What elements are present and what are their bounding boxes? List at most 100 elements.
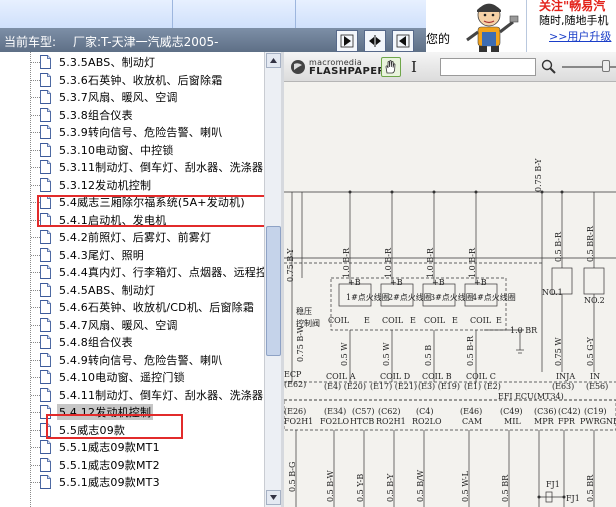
- tree-item[interactable]: 5.3.10电动窗、中控锁: [0, 141, 264, 159]
- tree-item[interactable]: 5.4.10电动窗、遥控门锁: [0, 368, 264, 386]
- ground-pin-label: E: [452, 316, 458, 325]
- tree-connector: [31, 289, 40, 291]
- tree-item[interactable]: 5.5.1威志09款MT1: [0, 438, 264, 456]
- tree-item[interactable]: 5.4.6石英钟、收放机/CD机、后窗除霜: [0, 298, 264, 316]
- tree-item-label: 5.3.5ABS、制动灯: [59, 56, 156, 69]
- ad-subline: 随时,随地手机: [539, 14, 609, 27]
- tree-item-label: 5.4.11制动灯、倒车灯、刮水器、洗涤器: [59, 388, 264, 402]
- e34-label: (E34): [324, 407, 347, 416]
- coil-pin-label: COIL: [382, 316, 404, 325]
- hand-icon: [385, 60, 396, 74]
- coil3-label: 3#点火线圈: [430, 293, 474, 302]
- tree-connector: [31, 359, 40, 361]
- wire-label: 0.5 B/W: [416, 469, 425, 502]
- tree-item[interactable]: 5.5.1威志09款MT2: [0, 456, 264, 474]
- mascot-icon: [466, 3, 519, 52]
- wire-label: 0.5 B-R: [466, 335, 475, 366]
- document-icon: [40, 300, 51, 314]
- text-select-tool[interactable]: I: [411, 58, 417, 76]
- mil-label: MIL: [504, 417, 521, 426]
- wire-label: 0.75 B-Y: [286, 248, 295, 283]
- tree-item[interactable]: 5.4.9转向信号、危险告警、喇叭: [0, 351, 264, 369]
- play-icon: [340, 34, 354, 48]
- tree-item[interactable]: 5.3.11制动灯、倒车灯、刮水器、洗涤器: [0, 158, 264, 176]
- ad-upgrade-link[interactable]: >>用户升级: [549, 28, 611, 44]
- document-icon: [40, 335, 51, 349]
- document-icon: [40, 125, 51, 139]
- e56-label: (E56): [586, 382, 609, 391]
- tree-connector: [31, 272, 40, 273]
- zoom-icon[interactable]: [541, 58, 557, 76]
- coil2-label: 2#点火线圈: [388, 293, 432, 302]
- tree-item-label: 5.3.6石英钟、收放机、后窗除霜: [59, 73, 223, 87]
- fj1-label: FJ1: [546, 480, 560, 489]
- tree-scrollbar[interactable]: [264, 52, 281, 507]
- tree-connector: [31, 377, 40, 378]
- wire-label: 1.0 BR: [510, 326, 538, 335]
- tree-item[interactable]: 5.3.8组合仪表: [0, 106, 264, 124]
- tree-item[interactable]: 5.3.12发动机控制: [0, 176, 264, 194]
- scroll-up-button[interactable]: [266, 53, 281, 68]
- plusb-label: +B: [432, 278, 445, 287]
- tree-item[interactable]: 5.4.7风扇、暖风、空调: [0, 316, 264, 334]
- e4-e20-label: (E4) (E20): [324, 382, 366, 391]
- c4-label: (C4): [416, 407, 434, 416]
- hand-tool-button[interactable]: [381, 57, 401, 77]
- fo2lo-label: FO2LO: [320, 417, 350, 426]
- tree-item[interactable]: 5.4.2前照灯、后雾灯、前雾灯: [0, 228, 264, 246]
- tree-item[interactable]: 5.4.8组合仪表: [0, 333, 264, 351]
- wire-label: 0.75 B-W: [296, 325, 305, 362]
- coil-d-label: COIL D: [380, 372, 411, 381]
- back-page-button[interactable]: [392, 30, 414, 52]
- document-icon: [40, 475, 51, 489]
- flashpaper-logo-bottom: FLASHPAPER: [309, 66, 386, 77]
- tree-item[interactable]: 5.4.5ABS、制动灯: [0, 281, 264, 299]
- wire-label: 0.5 BR: [501, 474, 510, 502]
- coil-pin-label: COIL: [470, 316, 492, 325]
- tree-connector: [31, 412, 40, 413]
- tree-item[interactable]: 5.4.11制动灯、倒车灯、刮水器、洗涤器: [0, 386, 264, 404]
- c36-label: (C36): [534, 407, 557, 416]
- tree-item[interactable]: 5.3.5ABS、制动灯: [0, 53, 264, 71]
- wire-label: 0.5 W-L: [461, 471, 470, 502]
- tree-item[interactable]: 5.3.7风扇、暖风、空调: [0, 88, 264, 106]
- scroll-thumb[interactable]: [266, 226, 281, 356]
- zoom-slider-knob[interactable]: [602, 60, 610, 72]
- expand-icon: [369, 35, 381, 47]
- no2-label: NO.2: [584, 296, 605, 305]
- highlight-box: [37, 195, 271, 227]
- document-icon: [40, 352, 51, 367]
- wire-label: 0.5 B: [424, 344, 433, 366]
- forward-page-button[interactable]: [336, 30, 358, 52]
- wire-label: 0.5 BR-R: [586, 226, 595, 262]
- tree-item[interactable]: 5.3.6石英钟、收放机、后窗除霜: [0, 71, 264, 89]
- fo2h1-label: FO2H1: [284, 417, 314, 426]
- tree-item[interactable]: 5.4.3尾灯、照明: [0, 246, 264, 264]
- wire-label: 0.5 BR: [586, 474, 595, 502]
- wiring-diagram-page[interactable]: 1#点火线圈 2#点火线圈 3#点火线圈 4#点火线圈 +B +B +B +B …: [284, 82, 616, 507]
- fj1-label: FJ1: [566, 494, 580, 503]
- tree-connector: [31, 324, 40, 326]
- scroll-down-button[interactable]: [266, 490, 281, 505]
- tree-item[interactable]: 5.5.1威志09款MT3: [0, 473, 264, 491]
- c62-label: (C62): [378, 407, 401, 416]
- wire-label: 0.5 G-Y: [586, 337, 595, 366]
- coil-pin-label: COIL: [328, 316, 350, 325]
- tree-item[interactable]: 5.3.9转向信号、危险告警、喇叭: [0, 123, 264, 141]
- stabilizer-label: 稳压: [296, 307, 312, 316]
- truncated-text: 您的: [426, 32, 451, 46]
- tree-connector: [31, 149, 40, 151]
- ground-pin-label: E: [364, 316, 370, 325]
- tree-item-label: 5.5.1威志09款MT3: [59, 476, 160, 489]
- document-icon: [40, 317, 51, 332]
- tree-item[interactable]: 5.4.4真内灯、行李箱灯、点烟器、远程控: [0, 263, 264, 281]
- ad-banner[interactable]: 关注"畅易汽 随时,随地手机 >>用户升级: [455, 0, 616, 52]
- highlight-box: [46, 414, 183, 439]
- tree-connector: [31, 429, 40, 431]
- tree-connector: [31, 184, 40, 186]
- double-arrow-button[interactable]: [364, 30, 386, 52]
- wire-label: 0.5 W: [382, 342, 391, 367]
- find-input[interactable]: [440, 58, 536, 76]
- tree-connector: [31, 464, 40, 466]
- tree-item-label: 5.4.3尾灯、照明: [59, 248, 144, 262]
